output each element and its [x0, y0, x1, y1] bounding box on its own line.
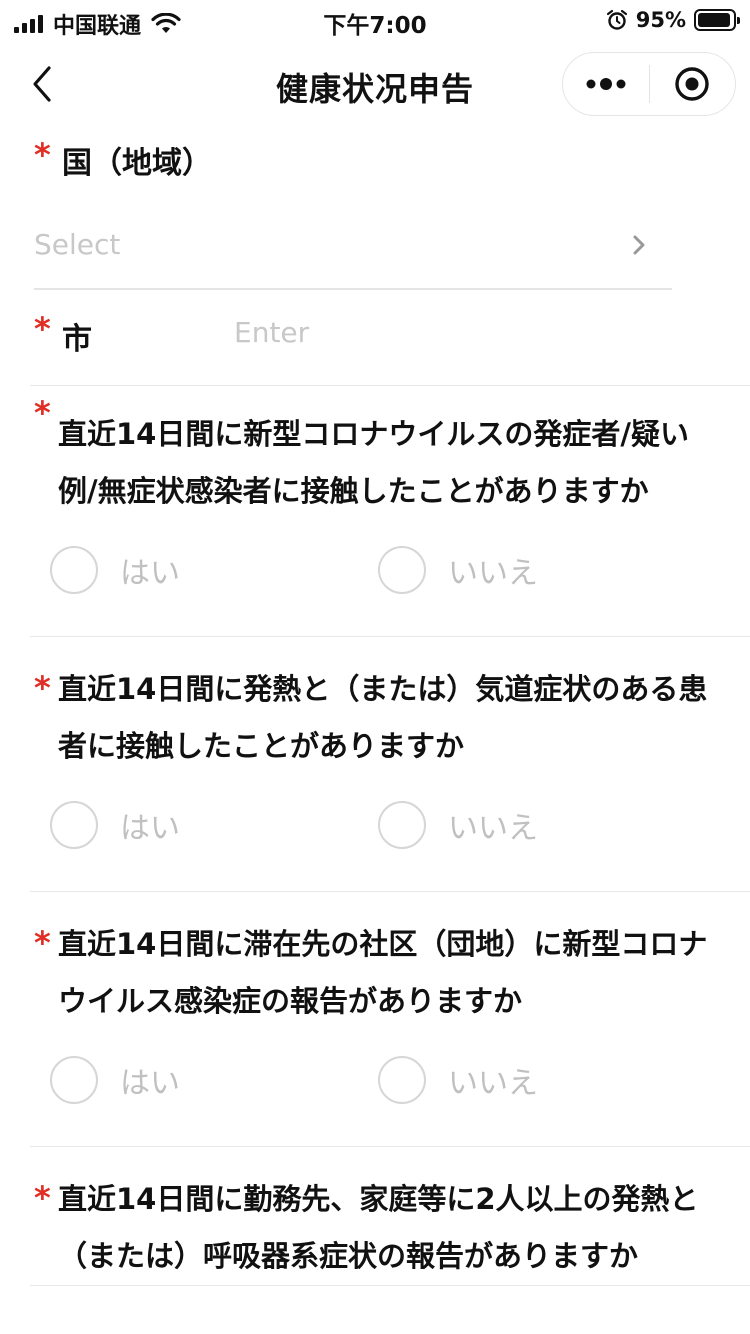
carrier-name: 中国联通: [53, 14, 142, 39]
required-mark: *: [34, 310, 51, 348]
status-bar: 中国联通 下午7:00 95%: [0, 0, 750, 40]
country-select[interactable]: Select: [34, 218, 672, 290]
option-label: いいえ: [448, 811, 538, 846]
option-yes[interactable]: はい: [50, 546, 180, 594]
radio-button[interactable]: [50, 546, 98, 594]
question-3: * 直近14日間に滞在先の社区（団地）に新型コロナウイルス感染症の報告があります…: [30, 892, 750, 1147]
question-text: 直近14日間に勤務先、家庭等に2人以上の発熱と（または）呼吸器系症状の報告があり…: [58, 1182, 699, 1273]
target-close-icon: [675, 67, 709, 101]
option-yes[interactable]: はい: [50, 801, 180, 849]
required-mark: *: [34, 136, 51, 174]
required-mark: *: [34, 394, 51, 432]
required-mark: *: [34, 924, 51, 962]
miniprogram-capsule: [562, 52, 736, 116]
chevron-left-icon: [33, 66, 51, 102]
health-form: * 国（地域） Select * 市 * 直近14日間に新型コロナウイルスの発症…: [0, 128, 750, 1286]
required-mark: *: [34, 1179, 51, 1217]
radio-button[interactable]: [378, 801, 426, 849]
radio-button[interactable]: [378, 546, 426, 594]
question-options: はい いいえ: [30, 520, 750, 636]
radio-button[interactable]: [50, 1056, 98, 1104]
more-button[interactable]: [563, 52, 649, 116]
option-yes[interactable]: はい: [50, 1056, 180, 1104]
wifi-icon: [151, 13, 181, 33]
status-bar-right: 95%: [606, 8, 740, 32]
city-input[interactable]: [234, 308, 714, 356]
signal-icon: [14, 15, 43, 33]
question-text: 直近14日間に発熱と（または）気道症状のある患者に接触したことがありますか: [58, 672, 708, 763]
country-label: 国（地域）: [62, 146, 212, 181]
country-select-placeholder: Select: [34, 228, 121, 261]
question-2: * 直近14日間に発熱と（または）気道症状のある患者に接触したことがありますか …: [30, 637, 750, 892]
battery-cap: [737, 17, 740, 24]
battery-percent: 95%: [635, 8, 686, 32]
country-field: * 国（地域） Select: [0, 128, 750, 290]
radio-button[interactable]: [50, 801, 98, 849]
option-label: いいえ: [448, 556, 538, 591]
nav-bar: 健康状况申告: [0, 40, 750, 128]
question-4: * 直近14日間に勤務先、家庭等に2人以上の発熱と（または）呼吸器系症状の報告が…: [30, 1147, 750, 1286]
city-field: * 市: [30, 290, 750, 386]
option-label: はい: [120, 1066, 180, 1101]
battery-fill: [698, 13, 731, 27]
back-button[interactable]: [22, 62, 62, 106]
alarm-icon: [606, 9, 627, 30]
city-label: 市: [62, 322, 92, 357]
option-label: いいえ: [448, 1066, 538, 1101]
radio-button[interactable]: [378, 1056, 426, 1104]
option-label: はい: [120, 811, 180, 846]
chevron-right-icon: [633, 235, 645, 255]
more-dots-icon: [586, 78, 626, 90]
close-miniprogram-button[interactable]: [650, 52, 736, 116]
option-no[interactable]: いいえ: [378, 801, 538, 849]
question-options: はい いいえ: [30, 1030, 750, 1146]
question-options: はい いいえ: [30, 775, 750, 891]
question-1: * 直近14日間に新型コロナウイルスの発症者/疑い例/無症状感染者に接触したこと…: [30, 386, 750, 637]
battery-icon: [694, 9, 740, 31]
status-bar-left: 中国联通: [14, 8, 181, 40]
option-label: はい: [120, 556, 180, 591]
option-no[interactable]: いいえ: [378, 1056, 538, 1104]
question-text: 直近14日間に新型コロナウイルスの発症者/疑い例/無症状感染者に接触したことがあ…: [58, 417, 689, 508]
question-text: 直近14日間に滞在先の社区（団地）に新型コロナウイルス感染症の報告がありますか: [58, 927, 708, 1018]
option-no[interactable]: いいえ: [378, 546, 538, 594]
required-mark: *: [34, 669, 51, 707]
